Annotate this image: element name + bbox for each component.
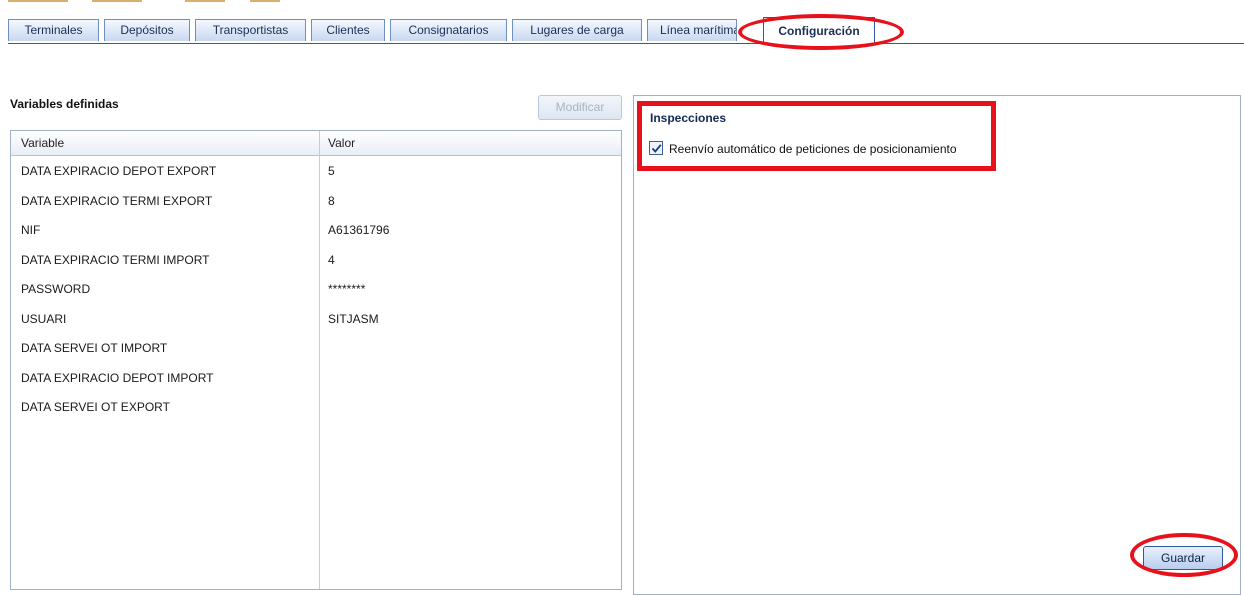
column-header-variable[interactable]: Variable	[11, 131, 311, 155]
grid-header: Variable Valor	[11, 131, 621, 156]
tab-bar: Terminales Depósitos Transportistas Clie…	[0, 17, 1244, 44]
cell-value: 4	[328, 252, 335, 267]
cell-value: 5	[328, 164, 335, 178]
top-strip	[0, 0, 1244, 6]
table-row[interactable]: PASSWORD ********	[11, 277, 621, 307]
tab-bar-baseline	[8, 43, 1244, 44]
table-row[interactable]: DATA EXPIRACIO DEPOT IMPORT	[11, 366, 621, 396]
tab-lugares-de-carga[interactable]: Lugares de carga	[512, 19, 642, 41]
tab-linea-maritima[interactable]: Línea marítima	[647, 19, 737, 41]
table-row[interactable]: DATA EXPIRACIO TERMI EXPORT 8	[11, 189, 621, 219]
tab-clientes[interactable]: Clientes	[311, 19, 385, 41]
tab-configuracion[interactable]: Configuración	[763, 17, 875, 44]
grid-rows: DATA EXPIRACIO DEPOT EXPORT 5 DATA EXPIRA…	[11, 159, 621, 425]
cell-variable: DATA EXPIRACIO DEPOT EXPORT	[21, 164, 217, 178]
tab-terminales[interactable]: Terminales	[8, 19, 99, 41]
table-row[interactable]: NIF A61361796	[11, 218, 621, 248]
table-row[interactable]: DATA SERVEI OT EXPORT	[11, 395, 621, 425]
variables-grid: Variable Valor DATA EXPIRACIO DEPOT EXPO…	[10, 130, 622, 590]
auto-resend-checkbox[interactable]	[649, 141, 663, 155]
cell-variable: DATA SERVEI OT EXPORT	[21, 400, 170, 414]
tab-depositos[interactable]: Depósitos	[104, 19, 190, 41]
table-row[interactable]: USUARI SITJASM	[11, 307, 621, 337]
cell-variable: NIF	[21, 223, 41, 237]
cell-variable: DATA EXPIRACIO DEPOT IMPORT	[21, 370, 214, 385]
cell-variable: PASSWORD	[21, 282, 91, 296]
section-title-inspecciones: Inspecciones	[650, 111, 727, 125]
save-button[interactable]: Guardar	[1143, 546, 1223, 570]
cell-value: A61361796	[328, 223, 390, 237]
tab-consignatarios[interactable]: Consignatarios	[390, 19, 507, 41]
configuration-panel: Inspecciones Reenvío automático de petic…	[633, 95, 1241, 595]
cell-variable: DATA SERVEI OT IMPORT	[21, 341, 168, 355]
column-header-value[interactable]: Valor	[319, 131, 619, 155]
tab-transportistas[interactable]: Transportistas	[195, 19, 306, 41]
modify-button[interactable]: Modificar	[538, 95, 622, 120]
cell-variable: DATA EXPIRACIO TERMI EXPORT	[21, 193, 213, 208]
cell-value: SITJASM	[328, 311, 379, 326]
cell-value: ********	[328, 282, 366, 296]
table-row[interactable]: DATA SERVEI OT IMPORT	[11, 336, 621, 366]
table-row[interactable]: DATA EXPIRACIO DEPOT EXPORT 5	[11, 159, 621, 189]
cell-variable: DATA EXPIRACIO TERMI IMPORT	[21, 252, 210, 267]
variables-title: Variables definidas	[10, 97, 119, 111]
auto-resend-label: Reenvío automático de peticiones de posi…	[669, 142, 957, 156]
checkmark-icon	[651, 144, 662, 153]
cell-value: 8	[328, 193, 335, 208]
cell-variable: USUARI	[21, 311, 67, 326]
table-row[interactable]: DATA EXPIRACIO TERMI IMPORT 4	[11, 248, 621, 278]
